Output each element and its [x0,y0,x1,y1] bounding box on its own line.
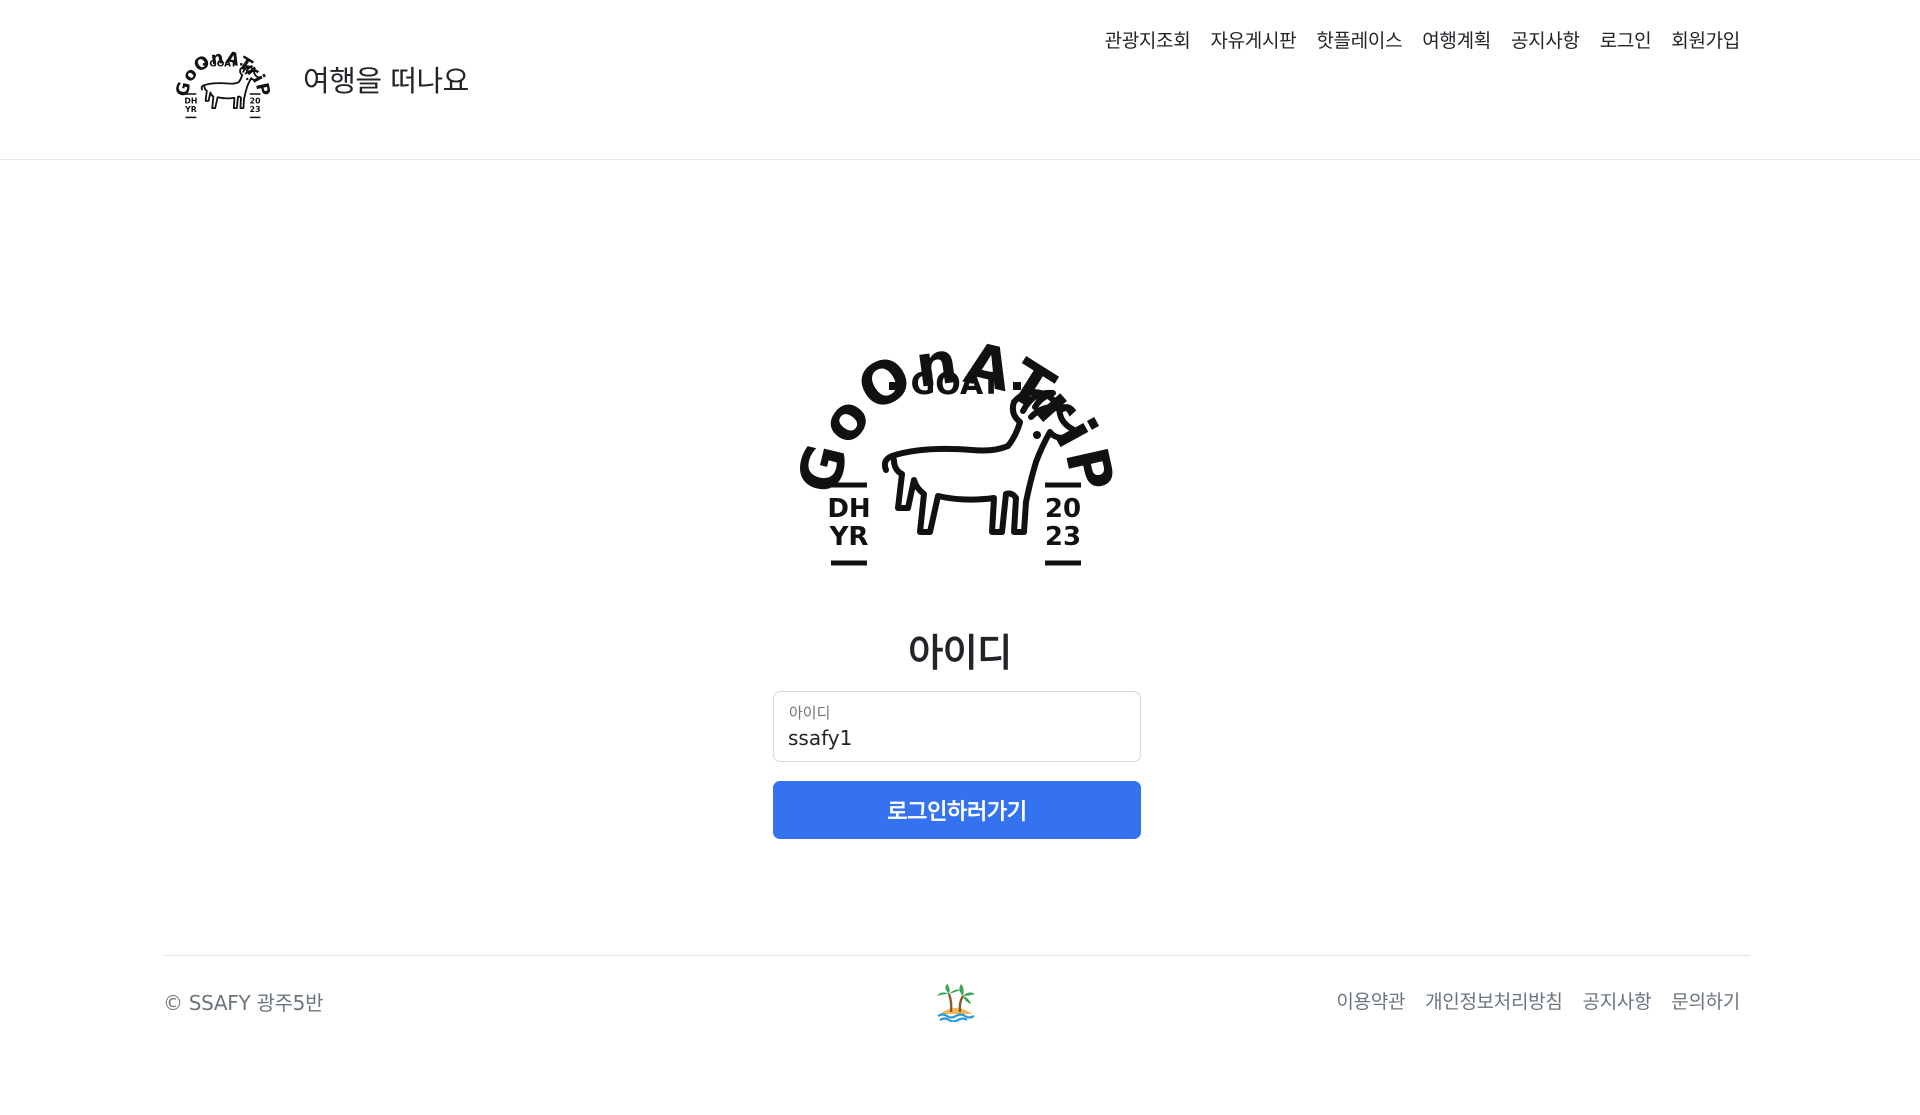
goat-logo-icon: GoOnATriP GOAT DH YR 20 23 [173,48,274,119]
island-palm-icon[interactable] [934,978,978,1022]
nav-notice[interactable]: 공지사항 [1511,26,1580,53]
nav-signup[interactable]: 회원가입 [1671,26,1740,53]
svg-text:GOAT: GOAT [209,60,237,70]
id-input[interactable] [788,723,1128,753]
nav-login[interactable]: 로그인 [1600,26,1652,53]
nav-travel-plan[interactable]: 여행계획 [1422,26,1491,53]
svg-text:23: 23 [1045,522,1081,552]
brand-title: 여행을 떠나요 [303,64,469,98]
nav-attractions[interactable]: 관광지조회 [1105,26,1191,53]
page-title: 아이디 [908,631,1012,675]
svg-text:DH: DH [827,494,870,524]
goat-main-logo-icon: GoOnATriP GOAT DH YR 20 23 [791,328,1121,566]
svg-text:DH: DH [184,97,197,106]
footer-divider [163,955,1750,956]
svg-text:20: 20 [1045,494,1081,524]
main-nav: 관광지조회 자유게시판 핫플레이스 여행계획 공지사항 로그인 회원가입 [1105,26,1741,53]
id-field[interactable]: 아이디 [773,691,1141,762]
go-to-login-button[interactable]: 로그인하러가기 [773,781,1141,839]
nav-hotplace[interactable]: 핫플레이스 [1316,26,1402,53]
svg-text:YR: YR [829,522,869,552]
page: GoOnATriP GOAT DH YR 20 23 여행을 떠나요 관광지조회… [0,0,1920,1115]
footer-link-privacy[interactable]: 개인정보처리방침 [1425,987,1563,1014]
footer-link-contact[interactable]: 문의하기 [1671,987,1740,1014]
footer-link-terms[interactable]: 이용약관 [1336,987,1405,1014]
id-field-label: 아이디 [789,704,831,722]
svg-text:20: 20 [250,97,261,106]
svg-text:GOAT: GOAT [911,367,1002,402]
footer-copyright: © SSAFY 광주5반 [163,991,324,1015]
svg-text:YR: YR [184,105,197,114]
footer-link-notice[interactable]: 공지사항 [1583,987,1652,1014]
footer-links: 이용약관 개인정보처리방침 공지사항 문의하기 [1336,987,1740,1014]
brand-home-link[interactable]: GoOnATriP GOAT DH YR 20 23 여행을 떠나요 [163,34,469,124]
site-header: GoOnATriP GOAT DH YR 20 23 여행을 떠나요 관광지조회… [0,0,1920,160]
svg-text:GoOnATriP: GoOnATriP [791,328,1121,500]
nav-free-board[interactable]: 자유게시판 [1210,26,1296,53]
svg-text:23: 23 [250,105,261,114]
svg-text:GoOnATriP: GoOnATriP [173,48,274,99]
